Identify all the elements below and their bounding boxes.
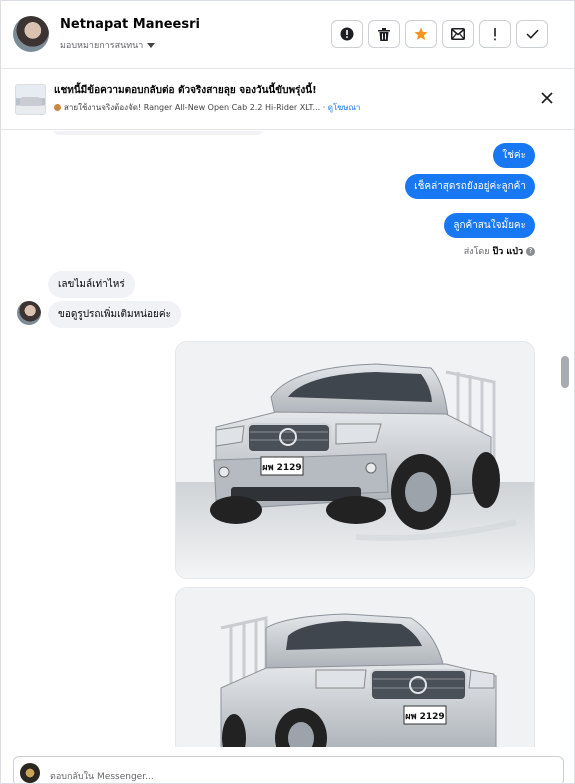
outgoing-message: ลูกค้าสนใจมั้ยคะ: [444, 213, 535, 238]
check-icon: [525, 29, 539, 39]
report-spam-button[interactable]: [331, 20, 363, 48]
page-avatar: [20, 763, 40, 783]
outgoing-message: เช็คล่าสุดรถยังอยู่ค่ะลูกค้า: [405, 174, 535, 199]
contact-avatar[interactable]: [13, 16, 49, 52]
thread-scrollbar[interactable]: [561, 356, 569, 388]
sent-by-label: ส่งโดย ป๊ว แป่ว ?: [464, 244, 535, 258]
ad-thumbnail[interactable]: [15, 84, 46, 115]
outgoing-message: ใช่ค่ะ: [493, 143, 535, 168]
assign-label: มอบหมายการสนทนา: [60, 41, 144, 51]
follow-up-button[interactable]: [479, 20, 511, 48]
pickup-truck-photo: ผพ 2129: [176, 342, 534, 578]
reply-composer[interactable]: ตอบกลับใน Messenger...: [13, 756, 564, 783]
contact-avatar-small: [17, 301, 41, 325]
help-icon[interactable]: ?: [526, 246, 535, 256]
star-button[interactable]: [405, 20, 437, 48]
envelope-icon: [451, 28, 465, 40]
incoming-message: ขอดูรูปรถเพิ่มเติมหน่อยค่ะ: [48, 301, 181, 328]
mark-unread-button[interactable]: [442, 20, 474, 48]
photo-attachment[interactable]: ผพ 2129: [175, 587, 535, 747]
alert-circle-icon: [340, 27, 354, 41]
ad-subtitle: สายใช้งานจริงต้องจัด! Ranger All-New Ope…: [54, 101, 360, 114]
sent-by-name: ป๊ว แป่ว: [492, 247, 523, 257]
mark-done-button[interactable]: [516, 20, 548, 48]
message-thread: ใช่ค่ะ เช็คล่าสุดรถยังอยู่ค่ะลูกค้า ลูกค…: [1, 131, 574, 747]
exclamation-icon: [494, 27, 496, 40]
ad-subtitle-text: สายใช้งานจริงต้องจัด! Ranger All-New Ope…: [64, 103, 321, 112]
chevron-down-icon: [147, 42, 156, 48]
reply-input-placeholder[interactable]: ตอบกลับใน Messenger...: [50, 769, 154, 783]
license-plate: ผพ 2129: [405, 712, 444, 722]
page-icon: [54, 104, 61, 111]
sent-by-prefix: ส่งโดย: [463, 247, 490, 257]
conversation-toolbar: [331, 20, 548, 48]
photo-attachment[interactable]: ผพ 2129: [175, 341, 535, 579]
assign-conversation-dropdown[interactable]: มอบหมายการสนทนา: [60, 38, 156, 52]
trash-icon: [378, 27, 390, 41]
pickup-truck-photo: ผพ 2129: [176, 588, 534, 747]
previous-message-bubble: [53, 131, 263, 135]
delete-button[interactable]: [368, 20, 400, 48]
inbox-conversation-panel: Netnapat Maneesri มอบหมายการสนทนา แชทนี้…: [0, 0, 575, 784]
ad-title: แชทนี้มีข้อความตอบกลับต่อ ตัวจริงสายลุย …: [54, 85, 317, 96]
close-icon[interactable]: [540, 91, 554, 105]
view-ad-link[interactable]: ดูโฆษณา: [328, 103, 361, 112]
star-icon: [414, 27, 428, 40]
contact-name[interactable]: Netnapat Maneesri: [60, 17, 200, 32]
incoming-message: เลขไมล์เท่าไหร่: [48, 271, 135, 298]
ad-context-banner: แชทนี้มีข้อความตอบกลับต่อ ตัวจริงสายลุย …: [1, 70, 574, 130]
license-plate: ผพ 2129: [262, 463, 301, 473]
conversation-header: Netnapat Maneesri มอบหมายการสนทนา: [1, 1, 574, 69]
